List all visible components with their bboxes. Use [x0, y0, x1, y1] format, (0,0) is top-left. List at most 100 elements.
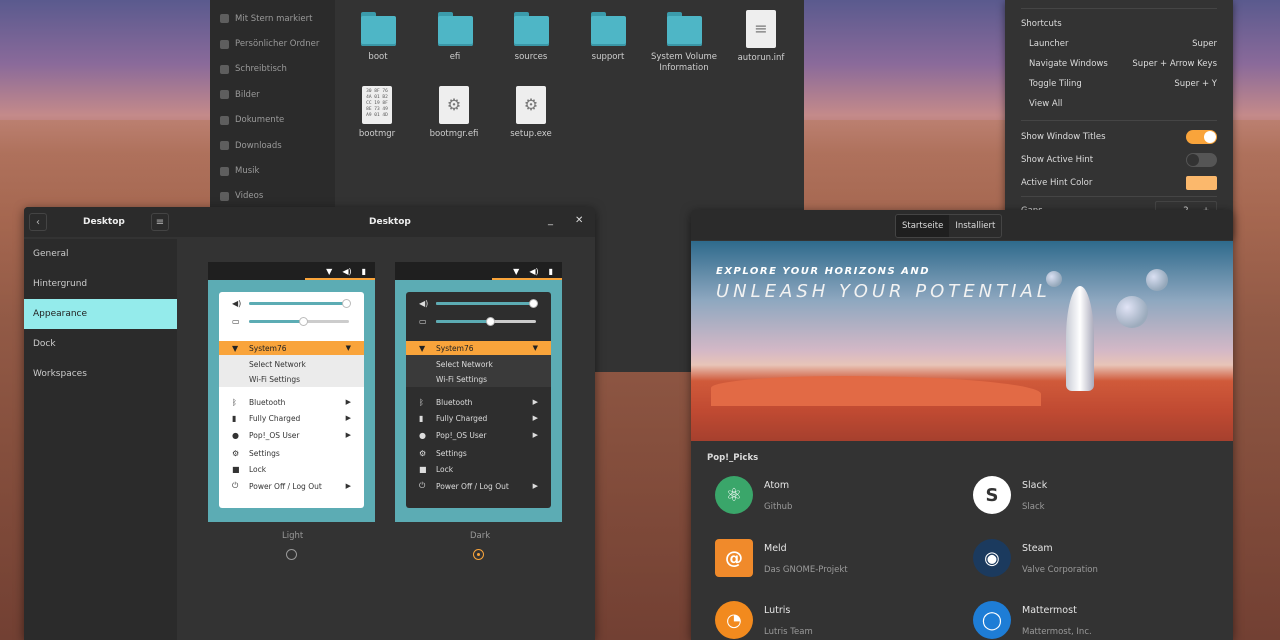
settings-window: ‹ Desktop ≡ Desktop _ ✕ General Hintergr…: [24, 207, 595, 640]
theme-preview-light[interactable]: ▼ ◀) ▮ ◀) ▭ ▼ System76 ▼ Select Network Wi-F…: [208, 262, 375, 522]
nav-general[interactable]: General: [24, 239, 177, 269]
shortcut-keys: Super + Y: [1174, 79, 1217, 89]
sidebar-item-label: Schreibtisch: [235, 64, 287, 75]
sidebar-item-desktop[interactable]: Schreibtisch: [210, 57, 335, 82]
file-item[interactable]: ≡ autorun.inf: [723, 8, 799, 64]
sidebar-item-pictures[interactable]: Bilder: [210, 82, 335, 107]
nav-appearance[interactable]: Appearance: [24, 299, 177, 329]
file-item[interactable]: sources: [493, 8, 569, 63]
bluetooth-icon: ᛒ: [232, 397, 237, 407]
chevron-right-icon: ▶: [345, 482, 351, 490]
display-row: ▭: [406, 314, 551, 328]
shortcut-label: Toggle Tiling: [1029, 79, 1082, 89]
mattermost-icon: ◯: [973, 601, 1011, 639]
app-tile[interactable]: ◔ Lutris Lutris Team: [715, 601, 955, 640]
sidebar-item-downloads[interactable]: Downloads: [210, 133, 335, 158]
app-name: Slack: [1022, 480, 1048, 491]
chevron-right-icon: ▶: [532, 414, 538, 422]
wifi-settings-label: Wi-Fi Settings: [436, 374, 488, 384]
lock-row: ■ Lock: [406, 462, 551, 476]
file-name: bootmgr.efi: [429, 129, 479, 139]
file-item[interactable]: ⚙ bootmgr.efi: [416, 84, 492, 140]
app-tile[interactable]: @ Meld Das GNOME-Projekt: [715, 539, 955, 589]
tab-home[interactable]: Startseite: [896, 215, 950, 237]
theme-radio-dark[interactable]: [473, 549, 484, 560]
app-tile[interactable]: ◉ Steam Valve Corporation: [973, 539, 1213, 589]
app-tile[interactable]: S Slack Slack: [973, 476, 1213, 526]
user-icon: ●: [232, 430, 239, 440]
user-row: ● Pop!_OS User ▶: [219, 428, 364, 442]
shortcut-keys: Super + Arrow Keys: [1132, 59, 1217, 69]
user-label: Pop!_OS User: [249, 430, 300, 440]
theme-radio-light[interactable]: [286, 549, 297, 560]
nav-workspaces[interactable]: Workspaces: [24, 359, 177, 389]
file-item[interactable]: boot: [340, 8, 416, 63]
battery-row: ▮ Fully Charged ▶: [406, 411, 551, 425]
app-name: Mattermost: [1022, 605, 1077, 616]
folder-icon: [590, 12, 626, 46]
sidebar-item-starred[interactable]: Mit Stern markiert: [210, 6, 335, 31]
shortcut-label: Navigate Windows: [1029, 59, 1108, 69]
nav-dock[interactable]: Dock: [24, 329, 177, 359]
shortcut-row: Navigate Windows Super + Arrow Keys: [1029, 59, 1217, 69]
power-label: Power Off / Log Out: [249, 481, 322, 491]
top-bar-preview: ▼ ◀) ▮: [208, 262, 375, 280]
battery-row: ▮ Fully Charged ▶: [219, 411, 364, 425]
show-active-hint-row: Show Active Hint: [1021, 153, 1217, 167]
app-tile[interactable]: ◯ Mattermost Mattermost, Inc.: [973, 601, 1213, 640]
user-label: Pop!_OS User: [436, 430, 487, 440]
close-button[interactable]: ✕: [575, 215, 583, 226]
file-item[interactable]: System Volume Information: [646, 8, 722, 73]
sidebar-item-documents[interactable]: Dokumente: [210, 108, 335, 133]
banner-line-2: UNLEASH YOUR POTENTIAL: [716, 281, 1051, 302]
settings-header: ‹ Desktop ≡ Desktop _ ✕: [24, 207, 595, 237]
planet-illustration: [1146, 269, 1168, 291]
lock-icon: ■: [419, 464, 427, 474]
wifi-settings-label: Wi-Fi Settings: [249, 374, 301, 384]
folder-icon: [437, 12, 473, 46]
tab-installed[interactable]: Installiert: [949, 215, 1001, 237]
app-developer: Mattermost, Inc.: [1022, 627, 1092, 637]
show-window-titles-toggle[interactable]: [1186, 130, 1217, 144]
sidebar-item-label: Dokumente: [235, 115, 285, 126]
app-tile[interactable]: ⚛ Atom Github: [715, 476, 955, 526]
divider: [1021, 196, 1217, 197]
user-icon: ●: [419, 430, 426, 440]
theme-preview-dark[interactable]: ▼ ◀) ▮ ◀) ▭ ▼ System76 ▼ Select Network Wi-F…: [395, 262, 562, 522]
picks-title: Pop!_Picks: [707, 453, 759, 463]
file-item[interactable]: 30 8F 76 4A 01 B2 CC 19 8F 8E 73 49 A9 01 4D…: [339, 84, 415, 140]
back-button[interactable]: ‹: [29, 213, 47, 231]
nav-background[interactable]: Hintergrund: [24, 269, 177, 299]
active-hint-color-swatch[interactable]: [1186, 176, 1217, 190]
lutris-icon: ◔: [715, 601, 753, 639]
sidebar-item-label: Downloads: [235, 140, 282, 151]
home-icon: [220, 39, 229, 49]
menu-button[interactable]: ≡: [151, 213, 169, 231]
network-label: System76: [249, 343, 287, 353]
sidebar-item-home[interactable]: Persönlicher Ordner: [210, 31, 335, 56]
file-item[interactable]: ⚙ setup.exe: [493, 84, 569, 140]
show-active-hint-label: Show Active Hint: [1021, 155, 1094, 165]
volume-icon: ◀): [529, 266, 539, 276]
file-item[interactable]: support: [570, 8, 646, 63]
text-file-icon: ≡: [746, 10, 776, 48]
minimize-button[interactable]: _: [548, 215, 553, 226]
app-developer: Das GNOME-Projekt: [764, 565, 848, 575]
select-network-label: Select Network: [436, 359, 493, 369]
mesa-illustration: [711, 376, 1041, 406]
atom-icon: ⚛: [715, 476, 753, 514]
sidebar-item-music[interactable]: Musik: [210, 158, 335, 183]
view-all-link[interactable]: View All: [1029, 99, 1217, 109]
network-row: ▼ System76 ▼: [406, 341, 551, 355]
chevron-right-icon: ▶: [345, 414, 351, 422]
featured-banner[interactable]: EXPLORE YOUR HORIZONS AND UNLEASH YOUR P…: [691, 241, 1233, 441]
show-active-hint-toggle[interactable]: [1186, 153, 1217, 167]
steam-icon: ◉: [973, 539, 1011, 577]
sidebar-item-videos[interactable]: Videos: [210, 184, 335, 209]
system-menu-preview: ◀) ▭ ▼ System76 ▼ Select Network Wi-Fi Set…: [406, 292, 551, 508]
file-name: boot: [368, 52, 388, 62]
music-icon: [220, 166, 229, 176]
banner-line-1: EXPLORE YOUR HORIZONS AND: [716, 266, 931, 277]
file-item[interactable]: efi: [417, 8, 493, 63]
file-name: sources: [514, 52, 548, 62]
